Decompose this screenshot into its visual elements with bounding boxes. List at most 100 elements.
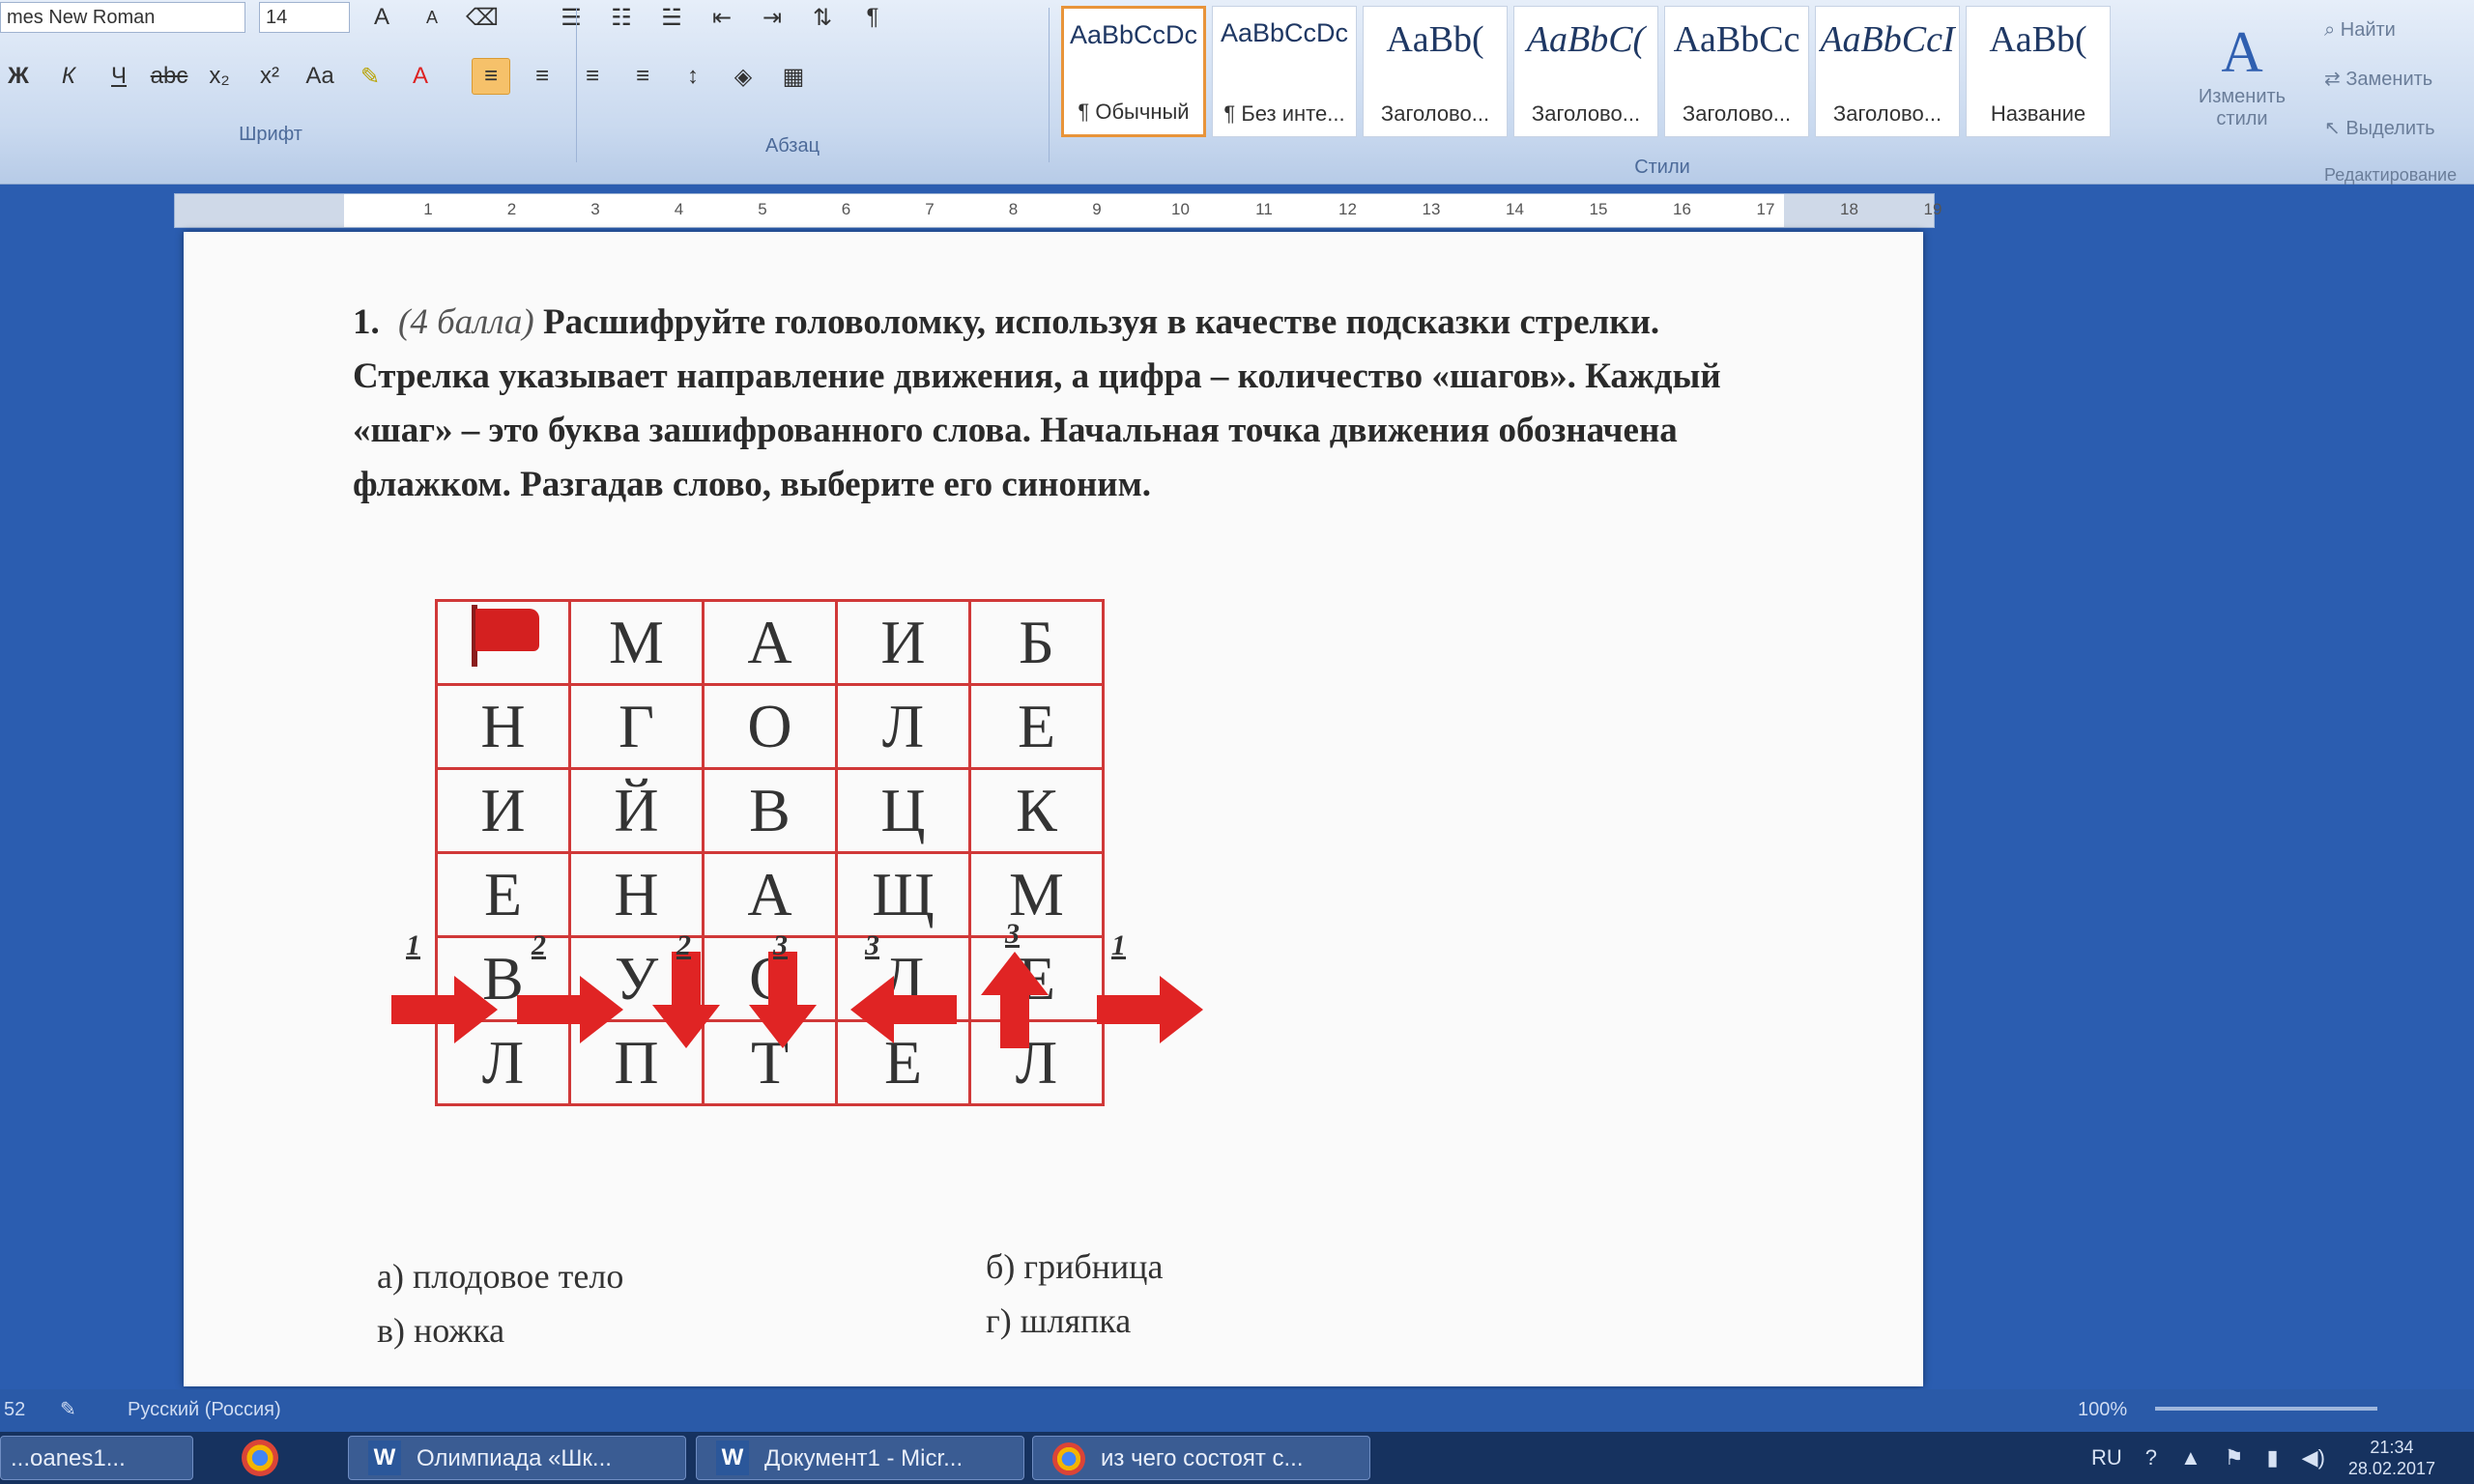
- subscript-button[interactable]: x₂: [201, 59, 238, 94]
- start-flag-icon: [466, 605, 541, 667]
- font-size-box[interactable]: 14: [259, 2, 350, 33]
- arrow-shape: [391, 976, 498, 1043]
- group-separator: [576, 8, 577, 162]
- arrow-step-count: 2: [532, 929, 546, 961]
- language-indicator[interactable]: RU: [2091, 1445, 2122, 1470]
- select-button[interactable]: ↖ Выделить: [2324, 116, 2457, 140]
- sort-button[interactable]: ⇅: [804, 0, 841, 35]
- font-color-button[interactable]: A: [402, 59, 439, 94]
- style-name: Заголово...: [1682, 101, 1792, 126]
- style-tile[interactable]: AaBbCcI Заголово...: [1815, 6, 1960, 137]
- show-marks-button[interactable]: ¶: [854, 0, 891, 35]
- horizontal-ruler[interactable]: 1 2 3 4 5 6 7 8 9 10 11 12 13 14 15 16 17 18 19: [174, 193, 1942, 228]
- font-row-1: mes New Roman 14 A A ⌫ ☰ ☷ ☱ ⇤ ⇥ ⇅ ¶: [0, 0, 891, 35]
- shrink-font-button[interactable]: A: [414, 0, 450, 35]
- style-tile[interactable]: AaBbCcDc ¶ Обычный: [1061, 6, 1206, 137]
- page-count: 52: [4, 1399, 26, 1420]
- grid-cell: К: [968, 767, 1105, 854]
- grid-cell: Н: [435, 683, 571, 770]
- italic-button[interactable]: К: [50, 59, 87, 94]
- answer-a: а) плодовое тело: [377, 1257, 624, 1296]
- find-button[interactable]: ⌕ Найти: [2324, 19, 2457, 42]
- ruler-tick: 8: [1008, 200, 1019, 218]
- language-indicator[interactable]: Русский (Россия): [128, 1399, 281, 1421]
- decrease-indent-button[interactable]: ⇤: [704, 0, 740, 35]
- numbering-button[interactable]: ☷: [603, 0, 640, 35]
- ruler-tick: 16: [1673, 200, 1691, 218]
- style-name: Название: [1990, 101, 2086, 126]
- borders-button[interactable]: ▦: [775, 59, 812, 94]
- style-sample: AaBbCcI: [1820, 19, 1955, 60]
- grid-row: ЕНАЩМ: [435, 851, 1105, 938]
- taskbar-item[interactable]: W Олимпиада «Шк...: [348, 1436, 686, 1480]
- grid-row: МАИБ: [435, 599, 1105, 686]
- grid-cell: Б: [968, 599, 1105, 686]
- ruler-tick: 3: [590, 200, 600, 218]
- change-styles-button[interactable]: A Изменить стили: [2174, 19, 2310, 130]
- grid-cell: В: [702, 767, 838, 854]
- replace-button[interactable]: ⇄ Заменить: [2324, 67, 2457, 91]
- zoom-level[interactable]: 100%: [2078, 1399, 2127, 1421]
- network-icon[interactable]: ▮: [2267, 1445, 2279, 1470]
- word-icon: W: [368, 1441, 401, 1475]
- grid-cell: М: [968, 851, 1105, 938]
- taskbar-item[interactable]: W Документ1 - Micr...: [696, 1436, 1024, 1480]
- spellcheck-icon[interactable]: ✎: [60, 1397, 76, 1421]
- arrow-step-count: 1: [1111, 929, 1126, 961]
- arrow-step-count: 1: [406, 929, 420, 961]
- tray-arrow-icon[interactable]: ▲: [2180, 1445, 2201, 1470]
- align-left-button[interactable]: ≡: [472, 58, 510, 95]
- binoculars-icon: ⌕: [2324, 19, 2341, 41]
- clock-time: 21:34: [2370, 1438, 2414, 1457]
- arrow-step-count: 3: [1005, 918, 1020, 950]
- ruler-tick: 19: [1923, 200, 1942, 218]
- clock[interactable]: 21:34 28.02.2017: [2348, 1437, 2435, 1479]
- strikethrough-button[interactable]: abc: [151, 59, 188, 94]
- style-tile[interactable]: AaBbC(Заголово...: [1513, 6, 1658, 137]
- grid-cell: Ц: [835, 767, 971, 854]
- grid-cell: Е: [968, 683, 1105, 770]
- align-right-button[interactable]: ≡: [574, 59, 611, 94]
- align-center-button[interactable]: ≡: [524, 59, 561, 94]
- ruler-tick: 17: [1756, 200, 1775, 218]
- task-text: Расшифруйте головоломку, используя в кач…: [353, 302, 1721, 504]
- font-name-box[interactable]: mes New Roman: [0, 2, 245, 33]
- arrow-shape: [517, 976, 623, 1043]
- grid-cell: Е: [435, 851, 571, 938]
- change-styles-icon: A: [2221, 20, 2263, 84]
- help-icon[interactable]: ?: [2145, 1445, 2157, 1470]
- style-tile[interactable]: AaBbCc Заголово...: [1664, 6, 1809, 137]
- superscript-button[interactable]: x²: [251, 59, 288, 94]
- style-sample: AaBbCcDc: [1069, 20, 1198, 49]
- grow-font-button[interactable]: A: [363, 0, 400, 35]
- ruler-tick: 14: [1506, 200, 1524, 218]
- style-sample: AaBb(: [1386, 19, 1484, 60]
- bold-button[interactable]: Ж: [0, 59, 37, 94]
- change-case-button[interactable]: Aa: [302, 59, 338, 94]
- style-tile[interactable]: AaBbCcDc ¶ Без инте...: [1212, 6, 1357, 137]
- grid-row: НГОЛЕ: [435, 683, 1105, 770]
- taskbar-item[interactable]: из чего состоят с...: [1032, 1436, 1370, 1480]
- shading-button[interactable]: ◈: [725, 59, 762, 94]
- flag-icon[interactable]: ⚑: [2225, 1445, 2244, 1470]
- clear-format-button[interactable]: ⌫: [464, 0, 501, 35]
- line-spacing-button[interactable]: ↕: [675, 59, 711, 94]
- arrow-shape: [652, 952, 720, 1048]
- style-tile[interactable]: AaBb(Название: [1966, 6, 2111, 137]
- taskbar-item[interactable]: ...oanes1...: [0, 1436, 193, 1480]
- bullets-button[interactable]: ☰: [553, 0, 590, 35]
- style-sample: AaBbCc: [1673, 19, 1800, 60]
- find-label: Найти: [2340, 19, 2396, 41]
- style-tile[interactable]: AaBb(Заголово...: [1363, 6, 1508, 137]
- underline-button[interactable]: Ч: [101, 59, 137, 94]
- task-number: 1.: [353, 302, 380, 342]
- arrow-shape: [749, 952, 817, 1048]
- multilevel-list-button[interactable]: ☱: [653, 0, 690, 35]
- document-page[interactable]: 1. (4 балла) Расшифруйте головоломку, ис…: [184, 232, 1923, 1386]
- chrome-icon[interactable]: [242, 1440, 278, 1476]
- justify-button[interactable]: ≡: [624, 59, 661, 94]
- highlight-button[interactable]: ✎: [352, 59, 388, 94]
- zoom-slider[interactable]: [2155, 1407, 2377, 1411]
- increase-indent-button[interactable]: ⇥: [754, 0, 791, 35]
- volume-icon[interactable]: ◀): [2302, 1445, 2325, 1470]
